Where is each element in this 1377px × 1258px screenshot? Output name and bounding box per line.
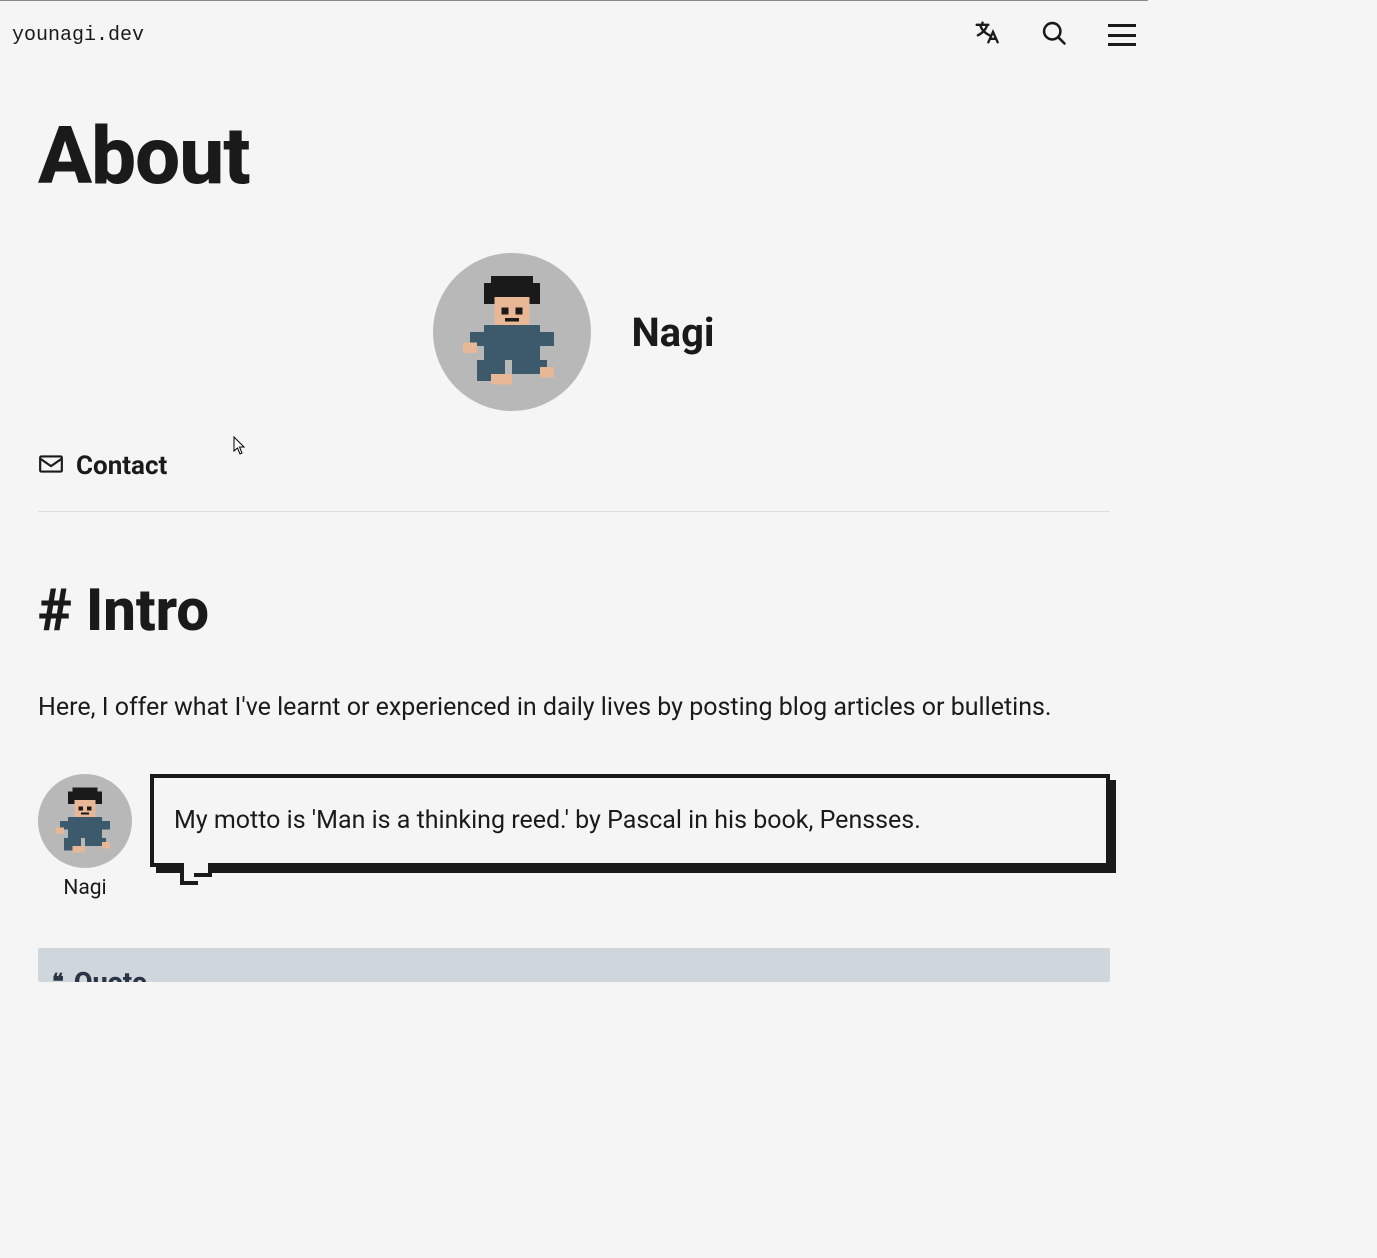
header-actions bbox=[972, 19, 1136, 51]
page-title: About bbox=[38, 109, 1110, 203]
quote-card-heading: ❝ Quote bbox=[52, 966, 1096, 982]
quote-card: ❝ Quote bbox=[38, 948, 1110, 982]
speech-bubble: My motto is 'Man is a thinking reed.' by… bbox=[150, 774, 1110, 867]
author-name: Nagi bbox=[631, 309, 714, 356]
profile-row: Nagi bbox=[38, 253, 1110, 411]
intro-heading: # Intro bbox=[38, 577, 1110, 645]
contact-label: Contact bbox=[76, 451, 167, 481]
speech-person: Nagi bbox=[38, 774, 132, 900]
site-logo[interactable]: younagi.dev bbox=[12, 24, 144, 47]
heading-text: Intro bbox=[86, 577, 209, 645]
speech-text: My motto is 'Man is a thinking reed.' by… bbox=[150, 774, 1110, 867]
speech-block: Nagi My motto is 'Man is a thinking reed… bbox=[38, 774, 1110, 900]
language-icon[interactable] bbox=[972, 19, 1000, 51]
quote-mark-icon: ❝ bbox=[52, 969, 64, 982]
speech-name: Nagi bbox=[63, 876, 106, 900]
main-content: About Nagi bbox=[0, 109, 1148, 982]
intro-text: Here, I offer what I've learnt or experi… bbox=[38, 690, 1110, 726]
avatar bbox=[433, 253, 591, 411]
speech-tail bbox=[180, 867, 220, 891]
mail-icon bbox=[38, 453, 64, 479]
quote-card-label: Quote bbox=[74, 966, 147, 982]
site-header: younagi.dev bbox=[0, 0, 1148, 69]
menu-icon[interactable] bbox=[1108, 24, 1136, 46]
avatar-small bbox=[38, 774, 132, 868]
heading-hash: # bbox=[38, 577, 72, 645]
search-icon[interactable] bbox=[1040, 19, 1068, 51]
contact-link[interactable]: Contact bbox=[38, 451, 1110, 512]
